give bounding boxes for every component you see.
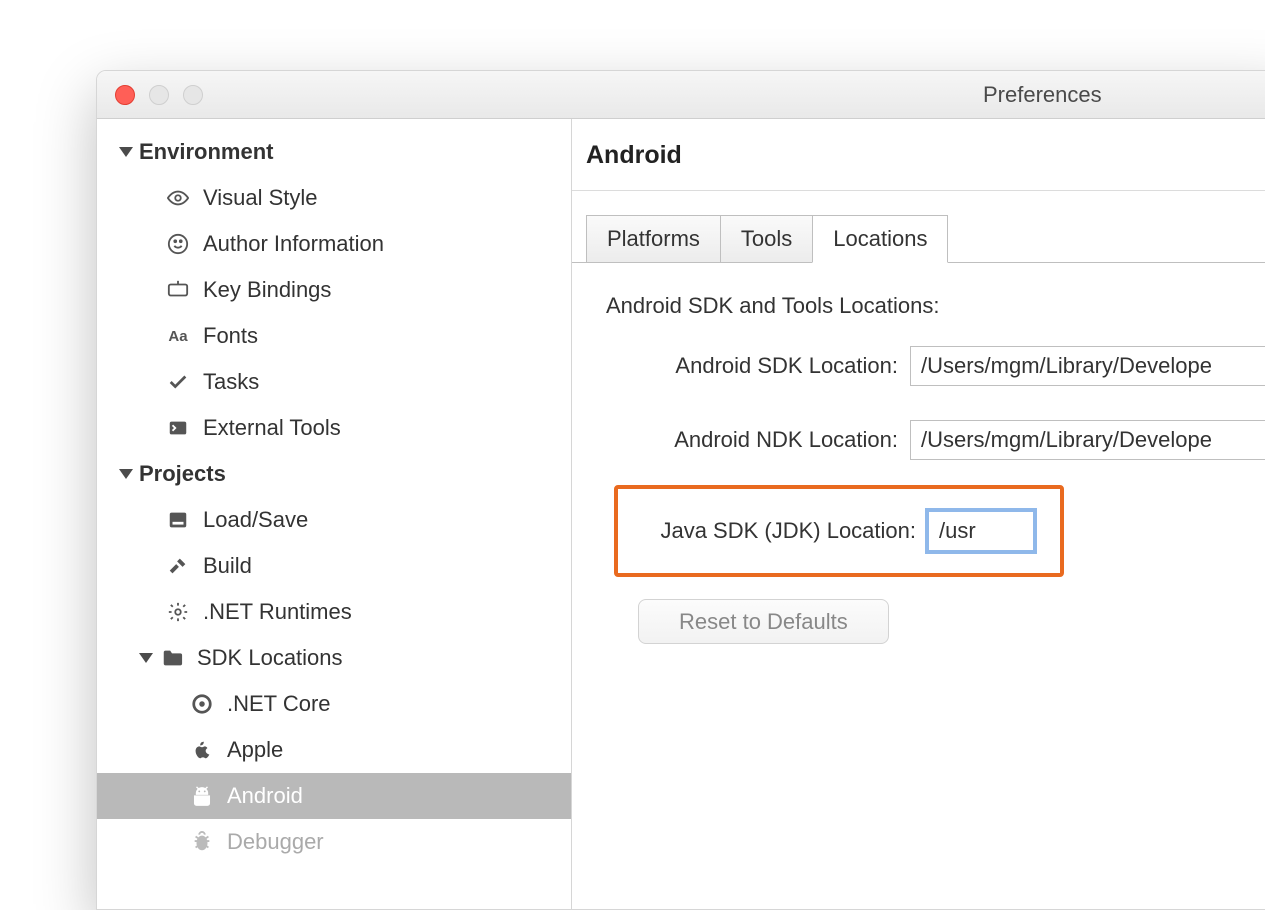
sidebar-group-label: Environment [139, 139, 273, 165]
keyboard-icon [165, 279, 191, 301]
sidebar-item-label: External Tools [203, 415, 341, 441]
sidebar-item-label: Apple [227, 737, 283, 763]
sidebar-item-label: Visual Style [203, 185, 318, 211]
sidebar-item-label: Build [203, 553, 252, 579]
sidebar-item-external-tools[interactable]: External Tools [97, 405, 571, 451]
sidebar-item-debugger[interactable]: Debugger [97, 819, 571, 865]
tab-bar: Platforms Tools Locations [586, 215, 1265, 263]
sidebar-item-sdk-locations[interactable]: SDK Locations [97, 635, 571, 681]
dotnet-icon [189, 693, 215, 715]
sidebar-item-label: Android [227, 783, 303, 809]
panel-title: Android [572, 119, 1265, 191]
row-android-sdk: Android SDK Location: [600, 337, 1265, 395]
window-body: Environment Visual Style Author Informat… [97, 119, 1265, 909]
window-controls [115, 85, 203, 105]
sidebar-item-tasks[interactable]: Tasks [97, 359, 571, 405]
row-android-ndk: Android NDK Location: [600, 411, 1265, 469]
sidebar-item-label: .NET Runtimes [203, 599, 352, 625]
sidebar-item-label: .NET Core [227, 691, 331, 717]
sidebar-item-label: Debugger [227, 829, 324, 855]
form-rows: Android SDK Location: Android NDK Locati… [600, 337, 1265, 644]
input-jdk[interactable] [928, 511, 1034, 551]
disk-icon [165, 509, 191, 531]
sidebar-group-projects[interactable]: Projects [97, 451, 571, 497]
label-jdk: Java SDK (JDK) Location: [620, 518, 928, 544]
folder-icon [159, 647, 185, 669]
tab-locations[interactable]: Locations [812, 215, 948, 263]
sidebar-item-key-bindings[interactable]: Key Bindings [97, 267, 571, 313]
sidebar-item-label: SDK Locations [197, 645, 343, 671]
bug-icon [189, 831, 215, 853]
sidebar-item-net-runtimes[interactable]: .NET Runtimes [97, 589, 571, 635]
sidebar-item-fonts[interactable]: Aa Fonts [97, 313, 571, 359]
reset-to-defaults-button[interactable]: Reset to Defaults [638, 599, 889, 644]
chevron-down-icon [119, 147, 133, 157]
tab-tools[interactable]: Tools [720, 215, 813, 263]
smile-icon [165, 233, 191, 255]
label-android-sdk: Android SDK Location: [600, 353, 910, 379]
preferences-window: Preferences Environment Visual Style [96, 70, 1265, 910]
sidebar-item-android[interactable]: Android [97, 773, 571, 819]
hammer-icon [165, 555, 191, 577]
sidebar-item-label: Key Bindings [203, 277, 331, 303]
terminal-icon [165, 417, 191, 439]
sidebar: Environment Visual Style Author Informat… [97, 119, 572, 909]
minimize-window-button[interactable] [149, 85, 169, 105]
zoom-window-button[interactable] [183, 85, 203, 105]
sidebar-item-label: Tasks [203, 369, 259, 395]
tab-platforms[interactable]: Platforms [586, 215, 721, 263]
font-icon: Aa [165, 328, 191, 345]
apple-icon [189, 739, 215, 761]
input-android-sdk[interactable] [910, 346, 1265, 386]
input-android-ndk[interactable] [910, 420, 1265, 460]
sidebar-item-load-save[interactable]: Load/Save [97, 497, 571, 543]
sidebar-item-author-information[interactable]: Author Information [97, 221, 571, 267]
sidebar-item-visual-style[interactable]: Visual Style [97, 175, 571, 221]
window-title: Preferences [983, 82, 1102, 108]
sidebar-item-label: Load/Save [203, 507, 308, 533]
section-heading: Android SDK and Tools Locations: [606, 293, 1265, 319]
sidebar-item-build[interactable]: Build [97, 543, 571, 589]
eye-icon [165, 187, 191, 209]
check-icon [165, 371, 191, 393]
highlight-jdk-row: Java SDK (JDK) Location: [614, 485, 1064, 577]
content-panel: Android Platforms Tools Locations Androi… [572, 119, 1265, 909]
sidebar-group-label: Projects [139, 461, 226, 487]
sidebar-group-environment[interactable]: Environment [97, 129, 571, 175]
chevron-down-icon [139, 653, 153, 663]
chevron-down-icon [119, 469, 133, 479]
titlebar: Preferences [97, 71, 1265, 119]
label-android-ndk: Android NDK Location: [600, 427, 910, 453]
sidebar-item-label: Fonts [203, 323, 258, 349]
android-icon [189, 785, 215, 807]
close-window-button[interactable] [115, 85, 135, 105]
sidebar-item-dotnet-core[interactable]: .NET Core [97, 681, 571, 727]
gear-icon [165, 601, 191, 623]
sidebar-item-label: Author Information [203, 231, 384, 257]
sidebar-item-apple[interactable]: Apple [97, 727, 571, 773]
